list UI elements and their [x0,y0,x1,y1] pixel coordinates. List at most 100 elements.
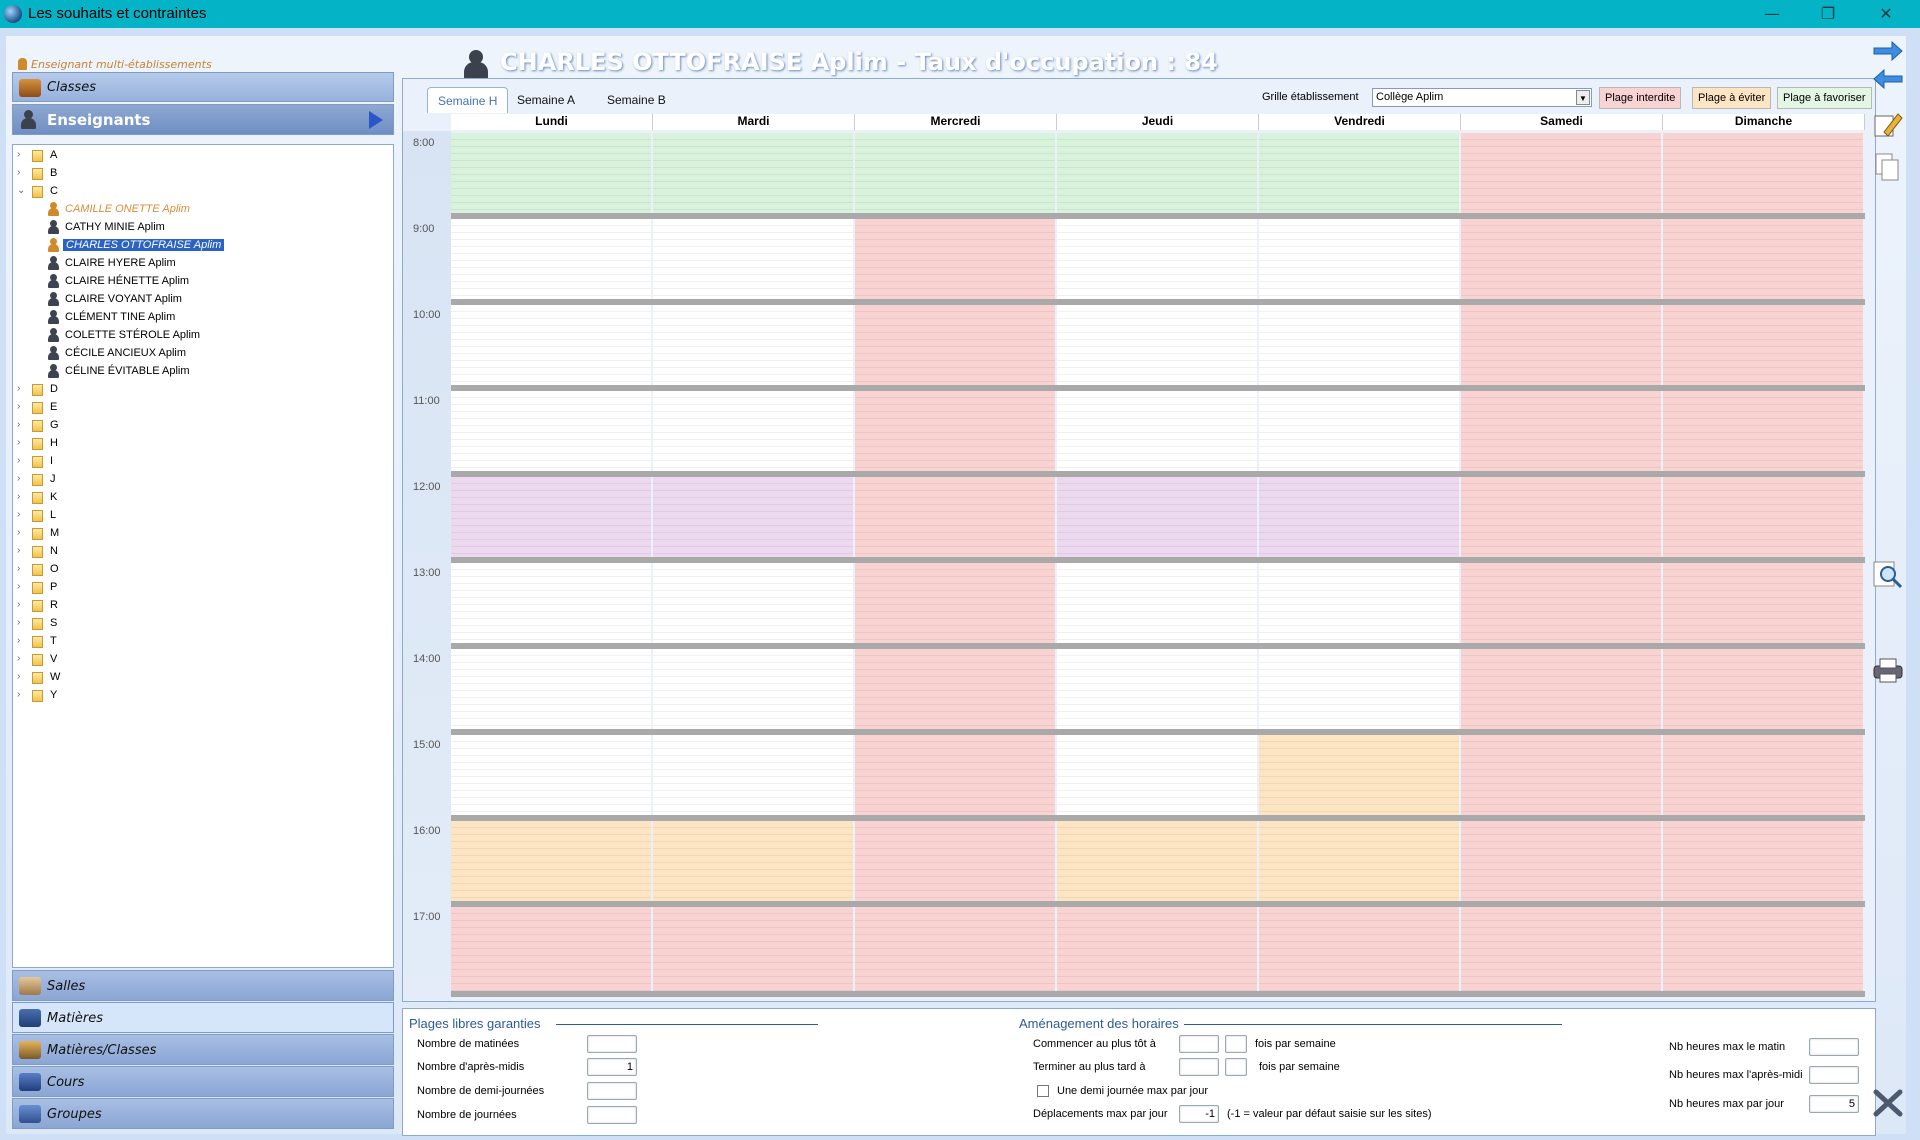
timeslot-cell[interactable] [1663,649,1863,729]
matinees-field[interactable] [587,1035,637,1053]
copy-icon[interactable] [1872,152,1904,181]
timeslot-cell[interactable] [653,391,853,471]
timeslot-cell[interactable] [653,821,853,901]
timeslot-cell[interactable] [1259,391,1459,471]
tree-folder-item[interactable]: › N [13,543,383,561]
timeslot-cell[interactable] [1461,563,1661,643]
timeslot-cell[interactable] [1057,219,1257,299]
expand-icon[interactable]: › [17,689,29,700]
arrow-right-icon[interactable] [1872,40,1904,68]
close-window-button[interactable]: ✕ [1858,0,1914,28]
timeslot-cell[interactable] [1461,391,1661,471]
tree-folder-item[interactable]: › T [13,633,383,651]
timeslot-cell[interactable] [653,219,853,299]
expand-icon[interactable]: › [17,599,29,610]
timeslot-cell[interactable] [451,391,651,471]
max-jour-field[interactable]: 5 [1809,1095,1859,1113]
timeslot-cell[interactable] [855,735,1055,815]
timeslot-cell[interactable] [1259,477,1459,557]
timeslot-cell[interactable] [1259,563,1459,643]
expand-icon[interactable]: › [17,653,29,664]
commencer-count-field[interactable] [1225,1035,1247,1053]
expand-icon[interactable]: › [17,473,29,484]
expand-icon[interactable]: › [17,617,29,628]
timeslot-cell[interactable] [451,133,651,213]
timeslot-cell[interactable] [1259,821,1459,901]
tree-folder-item[interactable]: ⌄ C [13,183,383,201]
tree-teacher-item[interactable]: CÉCILE ANCIEUX Aplim [13,345,383,363]
timeslot-cell[interactable] [1259,907,1459,991]
expand-icon[interactable]: › [17,167,29,178]
tree-teacher-item[interactable]: CÉLINE ÉVITABLE Aplim [13,363,383,381]
collapse-arrow-icon[interactable] [369,111,383,129]
expand-icon[interactable]: › [17,509,29,520]
timeslot-cell[interactable] [855,649,1055,729]
timeslot-cell[interactable] [1057,649,1257,729]
expand-icon[interactable]: › [17,671,29,682]
print-icon[interactable] [1872,656,1904,684]
timeslot-cell[interactable] [653,133,853,213]
expand-icon[interactable]: › [17,635,29,646]
tree-folder-item[interactable]: › B [13,165,383,183]
timeslot-cell[interactable] [653,305,853,385]
timeslot-cell[interactable] [855,477,1055,557]
timeslot-cell[interactable] [1057,907,1257,991]
tools-close-icon[interactable] [1872,1088,1904,1117]
demijournees-field[interactable] [587,1082,637,1100]
timeslot-cell[interactable] [1663,477,1863,557]
tree-folder-item[interactable]: › D [13,381,383,399]
timeslot-cell[interactable] [451,305,651,385]
chevron-down-icon[interactable]: ▼ [1576,90,1590,105]
timeslot-cell[interactable] [451,907,651,991]
tree-folder-item[interactable]: › A [13,147,383,165]
timeslot-cell[interactable] [1663,735,1863,815]
commencer-time-field[interactable] [1179,1035,1219,1053]
tree-folder-item[interactable]: › L [13,507,383,525]
restore-button[interactable]: ❐ [1800,0,1856,28]
plage-eviter-button[interactable]: Plage à éviter [1692,87,1772,109]
timeslot-cell[interactable] [1663,219,1863,299]
tree-folder-item[interactable]: › W [13,669,383,687]
tab-semaine-h[interactable]: Semaine H [427,87,509,113]
expand-icon[interactable]: › [17,491,29,502]
timeslot-cell[interactable] [1663,391,1863,471]
tree-folder-item[interactable]: › H [13,435,383,453]
timeslot-cell[interactable] [1259,133,1459,213]
timeslot-cell[interactable] [1461,907,1661,991]
timeslot-cell[interactable] [1259,219,1459,299]
tree-folder-item[interactable]: › V [13,651,383,669]
max-aprem-field[interactable] [1809,1066,1859,1084]
search-magnifier-icon[interactable] [1872,560,1904,589]
tab-semaine-a[interactable]: Semaine A [507,87,585,113]
terminer-time-field[interactable] [1179,1058,1219,1076]
tab-semaine-b[interactable]: Semaine B [597,87,676,113]
expand-icon[interactable]: › [17,545,29,556]
timeslot-cell[interactable] [653,735,853,815]
grille-select[interactable]: Collège Aplim ▼ [1372,88,1592,107]
tree-teacher-item[interactable]: CHARLES OTTOFRAISE Aplim [13,237,383,255]
timeslot-cell[interactable] [451,477,651,557]
timeslot-cell[interactable] [1461,821,1661,901]
timeslot-cell[interactable] [451,735,651,815]
arrow-left-icon[interactable] [1872,68,1904,96]
timeslot-cell[interactable] [653,907,853,991]
timeslot-cell[interactable] [1461,735,1661,815]
plage-favoriser-button[interactable]: Plage à favoriser [1777,87,1872,109]
timeslot-cell[interactable] [653,477,853,557]
timeslot-cell[interactable] [653,649,853,729]
tree-teacher-item[interactable]: CATHY MINIE Aplim [13,219,383,237]
max-matin-field[interactable] [1809,1038,1859,1056]
timeslot-cell[interactable] [1461,219,1661,299]
timeslot-cell[interactable] [1461,649,1661,729]
timeslot-cell[interactable] [855,305,1055,385]
timeslot-cell[interactable] [1057,821,1257,901]
teacher-tree[interactable]: › A › B ⌄ C CAMILLE ONETTE Aplim CATHY MINIE Ap… [12,144,394,968]
timeslot-cell[interactable] [1461,477,1661,557]
tree-folder-item[interactable]: › S [13,615,383,633]
timeslot-cell[interactable] [1461,305,1661,385]
tree-folder-item[interactable]: › O [13,561,383,579]
expand-icon[interactable]: › [17,401,29,412]
timeslot-cell[interactable] [1663,563,1863,643]
tree-teacher-item[interactable]: CLAIRE HYERE Aplim [13,255,383,273]
journees-field[interactable] [587,1106,637,1124]
